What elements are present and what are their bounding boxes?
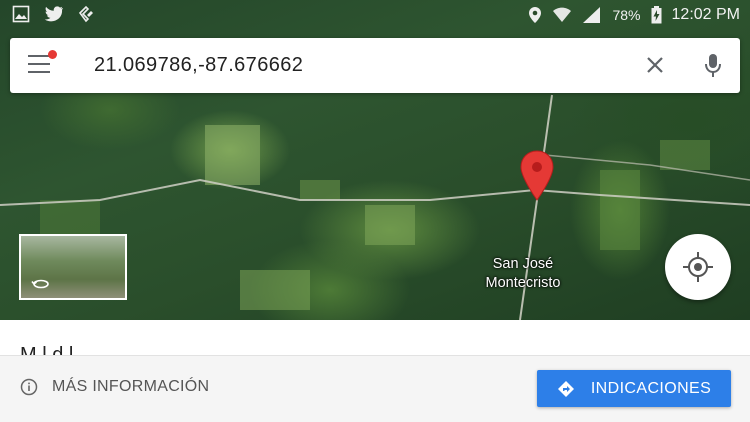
microphone-icon xyxy=(705,54,721,77)
crosshair-icon xyxy=(683,252,713,282)
search-query[interactable]: 21.069786,-87.676662 xyxy=(94,54,303,77)
info-icon xyxy=(20,378,38,396)
image-icon xyxy=(12,5,30,23)
voice-search-button[interactable] xyxy=(698,50,728,80)
notification-badge xyxy=(48,50,57,59)
search-bar[interactable]: 21.069786,-87.676662 xyxy=(10,38,740,93)
action-bar: MÁS INFORMACIÓN INDICACIONES xyxy=(0,355,750,422)
street-view-thumbnail[interactable] xyxy=(19,234,127,300)
menu-button[interactable] xyxy=(28,55,52,77)
directions-label: INDICACIONES xyxy=(590,379,712,397)
twitter-icon xyxy=(44,6,63,22)
battery-charging-icon xyxy=(651,6,662,24)
location-icon xyxy=(529,7,542,23)
more-info-button[interactable]: MÁS INFORMACIÓN xyxy=(20,378,209,396)
more-info-label: MÁS INFORMACIÓN xyxy=(52,378,210,395)
wifi-icon xyxy=(553,7,572,22)
street-view-rotate-icon xyxy=(31,279,49,289)
road-east-west xyxy=(0,178,750,206)
directions-button[interactable]: INDICACIONES xyxy=(537,370,731,407)
location-pin-icon[interactable] xyxy=(518,150,556,202)
close-icon xyxy=(647,57,663,73)
my-location-button[interactable] xyxy=(665,234,731,300)
road-northeast xyxy=(544,154,750,181)
place-label[interactable]: San José Montecristo xyxy=(468,255,578,293)
directions-icon xyxy=(557,380,574,397)
signal-icon xyxy=(583,7,601,23)
place-label-line1: San José xyxy=(492,256,554,272)
status-bar: 78% 12:02 PM xyxy=(0,0,750,30)
clear-button[interactable] xyxy=(640,50,670,80)
battery-percent: 78% xyxy=(612,7,641,23)
clock: 12:02 PM xyxy=(671,6,740,23)
feedly-icon xyxy=(78,5,93,23)
place-label-line2: Montecristo xyxy=(485,275,561,291)
